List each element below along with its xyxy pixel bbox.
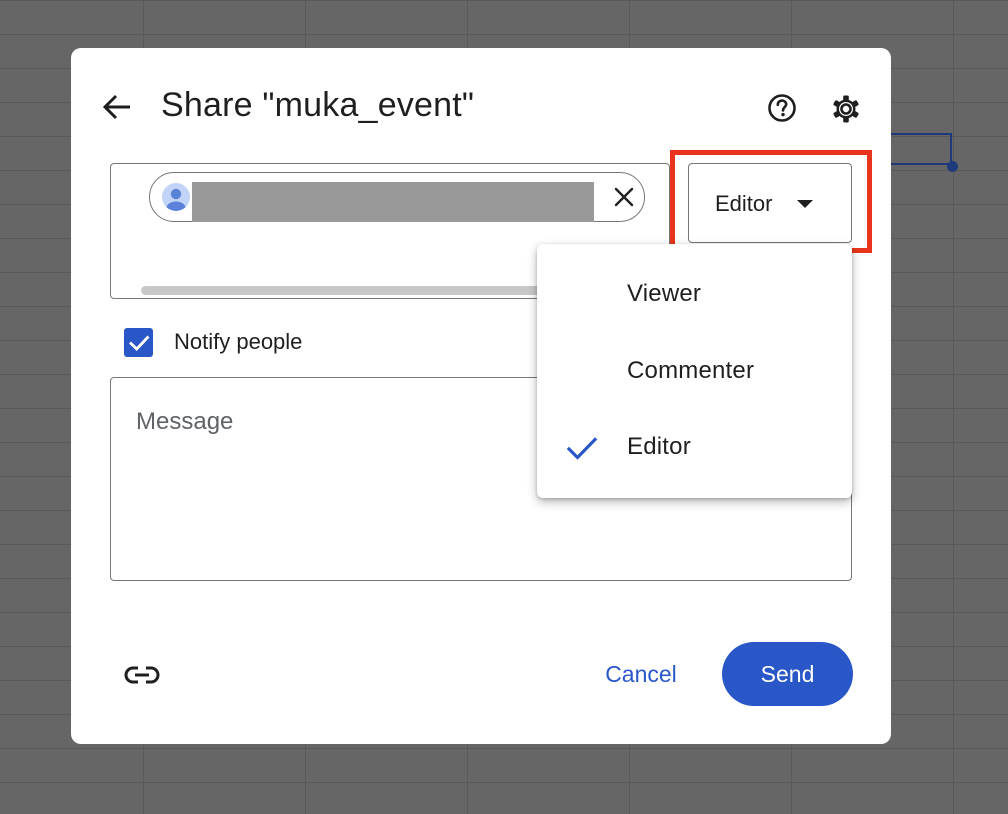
notify-people-checkbox[interactable] [124, 328, 153, 357]
copy-link-button[interactable] [122, 655, 162, 695]
menu-item-label: Commenter [627, 357, 755, 384]
background-selection-handle [947, 161, 958, 172]
menu-item-label: Editor [627, 433, 691, 460]
caret-down-icon [797, 200, 813, 208]
role-select-value: Editor [715, 191, 773, 216]
close-icon [614, 187, 634, 207]
notify-people-label[interactable]: Notify people [174, 329, 302, 355]
message-placeholder: Message [136, 408, 234, 435]
menu-item-editor[interactable]: Editor [537, 409, 852, 485]
dialog-title: Share "muka_event" [161, 86, 475, 124]
menu-item-commenter[interactable]: Commenter [537, 333, 852, 409]
menu-item-viewer[interactable]: Viewer [537, 256, 852, 332]
settings-button[interactable] [827, 90, 865, 128]
menu-item-label: Viewer [627, 280, 702, 307]
gear-icon [833, 95, 859, 123]
back-button[interactable] [100, 88, 134, 126]
recipient-name-redacted [192, 182, 594, 222]
cancel-button[interactable]: Cancel [588, 646, 694, 702]
role-select-dropdown[interactable]: Editor [688, 163, 852, 243]
send-button[interactable]: Send [722, 642, 853, 706]
people-scrollbar[interactable] [141, 286, 541, 295]
role-dropdown-menu: Viewer Commenter Editor [537, 244, 852, 498]
arrow-left-icon [102, 94, 130, 120]
link-icon [124, 666, 160, 684]
help-circle-icon [768, 94, 796, 122]
checkmark-icon [128, 335, 149, 351]
person-avatar-icon [162, 183, 190, 211]
recipient-chip[interactable] [149, 172, 645, 222]
checkmark-icon [566, 437, 598, 460]
remove-recipient-button[interactable] [611, 184, 637, 210]
help-button[interactable] [764, 90, 800, 126]
